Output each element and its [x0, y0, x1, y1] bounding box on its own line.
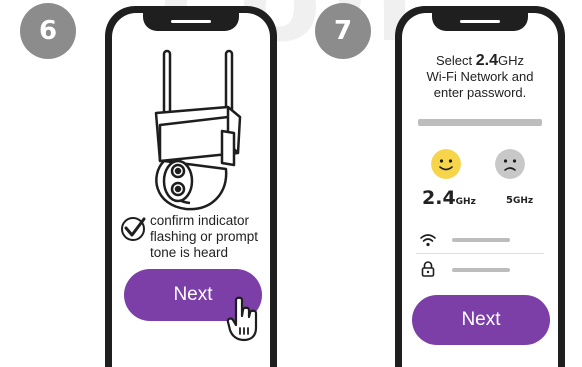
phone-notch — [143, 13, 239, 31]
band-2-4-value: 2.4 — [422, 187, 456, 209]
next-button-step-7[interactable]: Next — [412, 295, 550, 345]
step-7-number: 7 — [333, 16, 353, 46]
band-2-4-unit: GHz — [455, 197, 476, 207]
security-camera-illustration — [154, 49, 242, 211]
password-input[interactable] — [452, 268, 510, 272]
happy-face-icon — [431, 149, 461, 179]
network-name-placeholder-bar — [418, 119, 542, 126]
band-5-value: 5 — [506, 195, 513, 206]
instruction-line-3: enter password. — [433, 85, 527, 100]
next-button-label: Next — [461, 309, 501, 330]
instruction-line-2: Wi-Fi Network and — [426, 69, 534, 84]
confirm-indicator-text: confirm indicator flashing or prompt ton… — [150, 213, 259, 260]
lock-icon — [421, 261, 435, 277]
instruction-frequency-unit: GHz — [498, 53, 524, 68]
field-divider — [416, 253, 544, 254]
checkmark-icon — [121, 217, 146, 241]
wifi-icon — [420, 234, 436, 247]
band-5-unit: GHz — [512, 196, 534, 206]
hand-pointer-icon — [226, 296, 258, 342]
band-5ghz-label: 5GHz — [506, 195, 546, 206]
band-2-4ghz-label: 2.4GHz — [422, 187, 502, 209]
sad-face-icon — [495, 149, 525, 179]
instruction-frequency: 2.4 — [475, 52, 498, 69]
step-6-number: 6 — [38, 16, 58, 46]
step-7-badge: 7 — [315, 3, 371, 59]
next-button-label: Next — [173, 284, 213, 305]
phone-step-7-screen: Select 2.4GHz Wi-Fi Network and enter pa… — [402, 13, 558, 367]
wifi-instruction: Select 2.4GHz Wi-Fi Network and enter pa… — [402, 53, 558, 101]
phone-step-7: Select 2.4GHz Wi-Fi Network and enter pa… — [395, 6, 565, 367]
step-6-badge: 6 — [20, 3, 76, 59]
instruction-select-text: Select — [436, 53, 476, 68]
wifi-network-input[interactable] — [452, 238, 510, 242]
phone-notch — [432, 13, 528, 31]
